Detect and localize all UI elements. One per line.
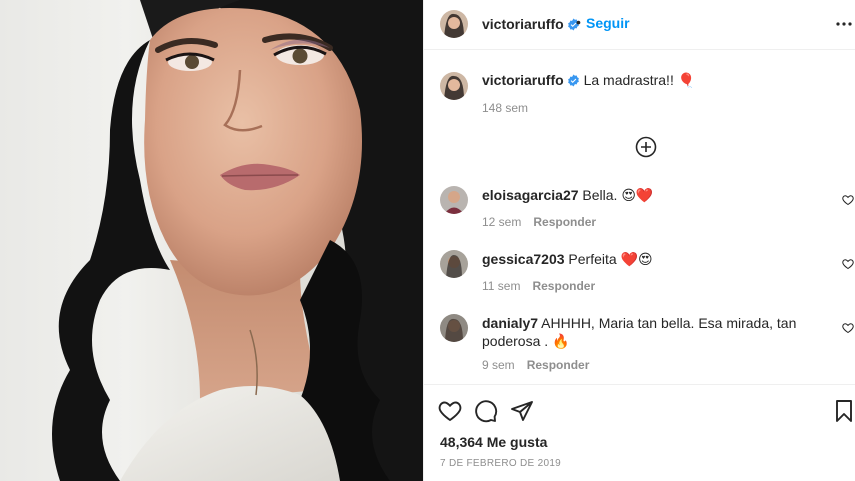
author-username[interactable]: victoriaruffo	[482, 16, 580, 32]
commenter-username[interactable]: gessica7203	[482, 251, 565, 267]
commenter-username[interactable]: danialy7	[482, 315, 538, 331]
caption-avatar[interactable]	[440, 72, 468, 100]
comment-body: Perfeita ❤️😍	[568, 251, 653, 267]
comment-bubble-icon[interactable]	[474, 399, 498, 423]
like-heart-icon[interactable]	[438, 399, 462, 423]
post-photo[interactable]	[0, 0, 423, 481]
comment-like-heart-icon[interactable]	[842, 194, 854, 206]
more-options-icon[interactable]	[834, 14, 854, 34]
header-separator: •	[576, 14, 581, 30]
comment-meta: 11 sem Responder	[482, 279, 595, 293]
reply-button[interactable]: Responder	[533, 215, 596, 229]
commenter-avatar[interactable]	[440, 250, 468, 278]
comment-body: Bella. 😍❤️	[582, 187, 654, 203]
save-bookmark-icon[interactable]	[832, 399, 855, 423]
commenter-avatar[interactable]	[440, 314, 468, 342]
verified-badge-icon	[567, 74, 579, 87]
author-avatar[interactable]	[440, 10, 468, 38]
reply-button[interactable]: Responder	[532, 279, 595, 293]
author-username-text[interactable]: victoriaruffo	[482, 16, 564, 32]
comment-timestamp[interactable]: 9 sem	[482, 358, 515, 372]
caption-timestamp[interactable]: 148 sem	[482, 101, 528, 115]
follow-button[interactable]: Seguir	[586, 15, 630, 31]
post-header: victoriaruffo • Seguir	[424, 0, 855, 50]
comment-text: danialy7 AHHHH, Maria tan bella. Esa mir…	[482, 314, 832, 350]
load-more-comments-icon[interactable]	[635, 136, 657, 158]
caption-text: La madrastra!! 🎈	[583, 72, 696, 88]
comment-text: gessica7203 Perfeita ❤️😍	[482, 250, 832, 268]
portrait-illustration	[52, 0, 423, 481]
commenter-avatar[interactable]	[440, 186, 468, 214]
comment-like-heart-icon[interactable]	[842, 258, 854, 270]
comment-timestamp[interactable]: 12 sem	[482, 215, 521, 229]
comment-like-heart-icon[interactable]	[842, 322, 854, 334]
caption-username[interactable]: victoriaruffo	[482, 72, 564, 88]
post-actions-section: 48,364 Me gusta 7 DE FEBRERO DE 2019	[424, 384, 855, 481]
comment-text: eloisagarcia27 Bella. 😍❤️	[482, 186, 832, 204]
comment-meta: 9 sem Responder	[482, 358, 589, 372]
post-caption: victoriaruffo La madrastra!! 🎈	[482, 72, 832, 89]
commenter-username[interactable]: eloisagarcia27	[482, 187, 579, 203]
like-count[interactable]: 48,364 Me gusta	[440, 434, 547, 450]
post-details-panel: victoriaruffo • Seguir victoriaruffo La …	[423, 0, 855, 481]
comment-meta: 12 sem Responder	[482, 215, 596, 229]
share-send-icon[interactable]	[510, 399, 534, 423]
post-date[interactable]: 7 DE FEBRERO DE 2019	[440, 458, 561, 469]
reply-button[interactable]: Responder	[527, 358, 590, 372]
comment-timestamp[interactable]: 11 sem	[482, 279, 520, 293]
